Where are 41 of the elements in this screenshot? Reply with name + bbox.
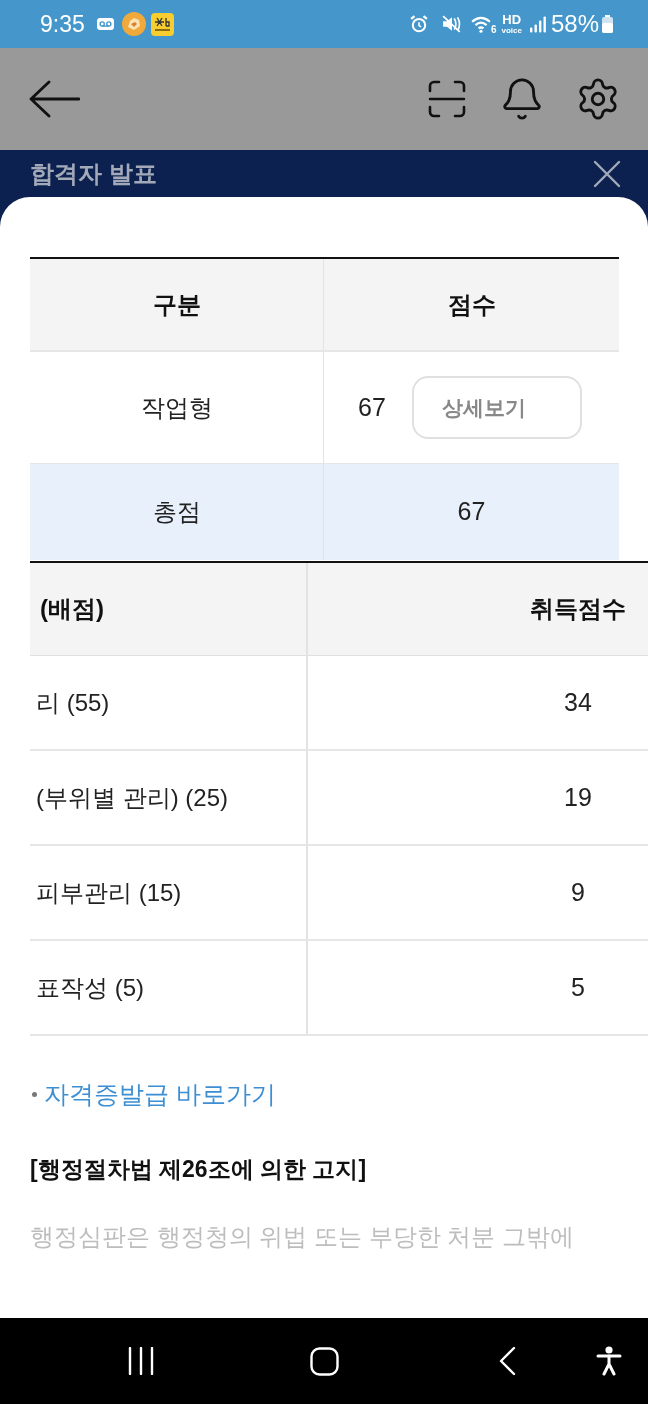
voice-label: voice [501, 25, 522, 35]
table-cell-text: (부위별 관리) (25) [36, 782, 228, 813]
table-cell: 34 [564, 687, 592, 716]
column-header: 점수 [447, 289, 496, 320]
app-icon [121, 12, 146, 36]
battery-icon [602, 15, 613, 33]
battery-percent: 58% [550, 12, 599, 36]
wifi-icon [470, 15, 491, 33]
banner-title: 합격자 발표 [30, 159, 157, 189]
signal-icon [529, 15, 546, 33]
column-header: (배점) [40, 594, 104, 624]
column-header: 취득점수 [530, 595, 626, 622]
table-cell: 9 [571, 877, 585, 906]
bullet-icon [32, 1091, 37, 1097]
table-cell-text: 리 (55) [36, 687, 110, 718]
recent-apps-icon[interactable] [128, 1347, 154, 1375]
back-icon[interactable] [28, 79, 80, 119]
notice-title: [행정절차법 제26조에 의한 고지] [30, 1155, 368, 1184]
home-icon[interactable] [310, 1346, 339, 1376]
alarm-icon [409, 15, 428, 33]
app-icon [150, 12, 174, 36]
wifi-standard-label: 6 [490, 25, 497, 35]
table-cell: 19 [564, 782, 592, 811]
hd-label: HD [502, 13, 522, 26]
table-cell: 5 [571, 972, 585, 1001]
table-cell-text: 표작성 (5) [36, 972, 144, 1003]
table-cell-text: 67 [358, 391, 386, 423]
clock-time: 9:35 [40, 12, 85, 36]
column-header: 구분 [152, 289, 201, 320]
detail-button[interactable]: 상세보기 [411, 376, 582, 439]
voicemail-icon [96, 18, 114, 30]
close-icon[interactable] [593, 160, 621, 188]
table-cell-text: 작업형 [140, 392, 213, 423]
mute-icon [441, 15, 462, 33]
certificate-link[interactable]: 자격증발급 바로가기 [44, 1076, 276, 1112]
scan-icon[interactable] [428, 80, 466, 118]
table-cell-text: 67 [457, 496, 486, 528]
table-cell-text: 총점 [152, 497, 201, 527]
table-cell-text: 피부관리 (15) [36, 877, 182, 908]
notice-text: 행정심판은 행정청의 위법 또는 부당한 처분 그밖에 [30, 1222, 575, 1252]
accessibility-icon[interactable] [596, 1346, 622, 1376]
